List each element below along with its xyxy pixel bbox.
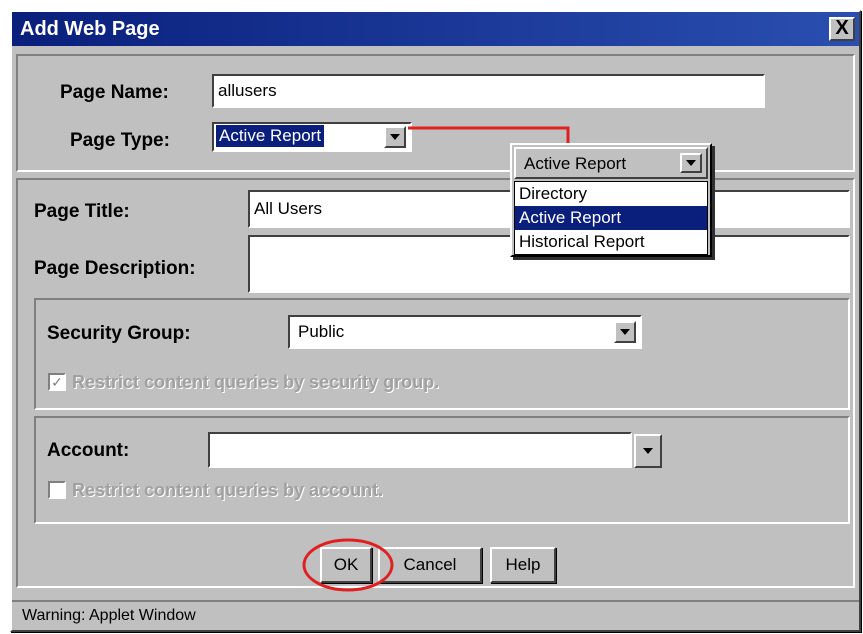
status-bar: Warning: Applet Window [12,600,859,630]
callout-dropdown-button[interactable] [680,153,702,173]
page-title-label: Page Title: [34,201,130,222]
page-type-callout: Active Report Directory Active Report Hi… [510,143,712,257]
security-group-selected: Public [298,322,345,341]
callout-select[interactable]: Active Report [514,147,708,179]
dialog-title: Add Web Page [12,12,859,46]
security-group-dropdown-button[interactable] [614,321,636,343]
option-active-report[interactable]: Active Report [515,206,707,230]
callout-selected: Active Report [524,154,627,173]
restrict-security-label: Restrict content queries by security gro… [72,372,440,392]
help-button[interactable]: Help [490,547,556,583]
restrict-account-checkbox[interactable] [48,481,66,499]
account-dropdown-button[interactable] [634,434,662,468]
page-type-selected: Active Report [214,124,326,148]
page-type-label: Page Type: [70,130,170,151]
option-directory[interactable]: Directory [515,182,707,206]
annotation-circle [302,538,394,592]
page-name-label: Page Name: [60,82,169,103]
page-description-label: Page Description: [34,258,196,279]
account-label: Account: [47,440,130,461]
check-icon: ✓ [51,374,63,390]
close-icon: X [835,17,849,39]
option-historical-report[interactable]: Historical Report [515,230,707,254]
account-select[interactable] [208,432,632,468]
chevron-down-icon [390,134,400,140]
close-button[interactable]: X [829,17,855,41]
callout-options-list: Directory Active Report Historical Repor… [514,181,708,255]
chevron-down-icon [686,160,696,166]
restrict-account-label: Restrict content queries by account. [72,480,384,500]
security-group-label: Security Group: [47,323,191,344]
page-type-select[interactable]: Active Report [212,122,412,152]
restrict-security-checkbox[interactable]: ✓ [48,373,66,391]
page-name-input[interactable]: allusers [212,74,765,108]
chevron-down-icon [620,329,630,335]
chevron-down-icon [643,448,653,454]
security-group-select[interactable]: Public [288,315,642,349]
